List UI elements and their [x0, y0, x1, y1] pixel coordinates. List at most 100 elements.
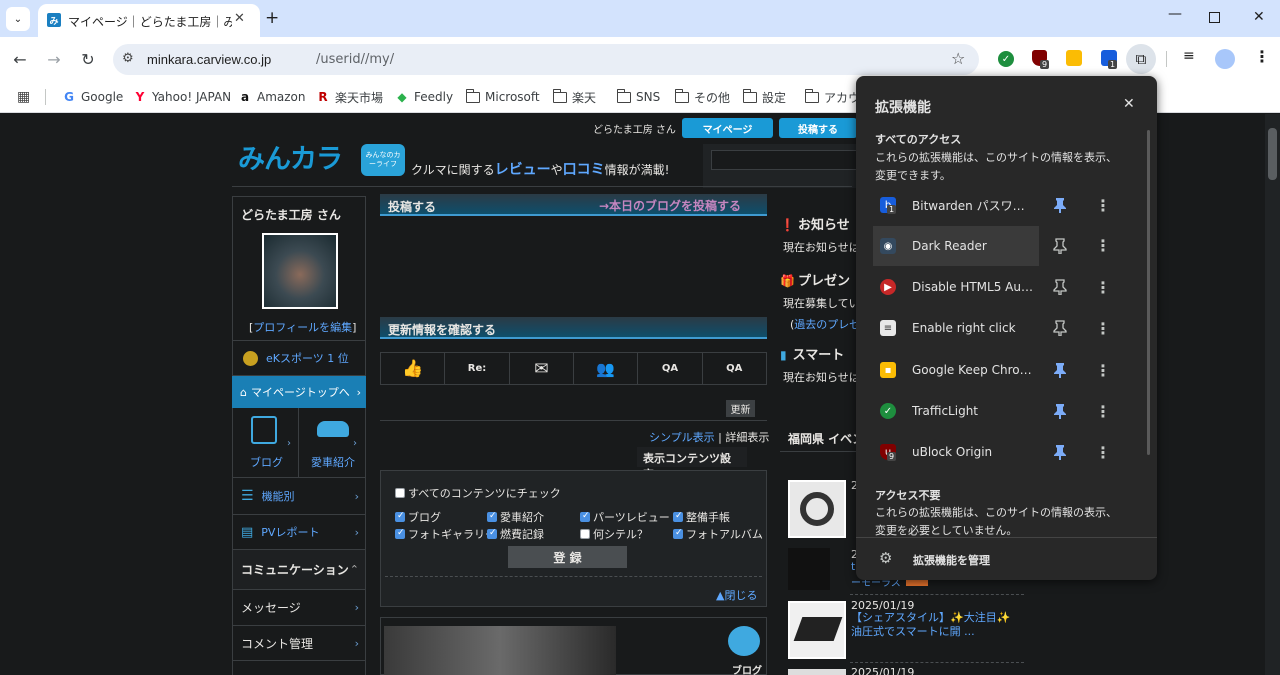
bookmark-feedly[interactable]: ◆ Feedly: [395, 87, 453, 107]
event-item[interactable]: 2025/01/19: [786, 666, 1024, 675]
past-present-link[interactable]: 過去のプレゼ: [794, 318, 860, 331]
blog-preview-card[interactable]: ブログ: [380, 617, 767, 675]
post-button[interactable]: 投稿する: [779, 118, 857, 138]
check-parts-review[interactable]: パーツレビュー: [580, 509, 670, 525]
ext-row-google-keep[interactable]: ▪ Google Keep Chrome... ⋮: [873, 350, 1141, 390]
bookmark-folder-sns[interactable]: SNS: [617, 87, 660, 107]
check-doing[interactable]: 何シテル？: [580, 526, 648, 542]
rank-row[interactable]: eKスポーツ 1 位: [232, 341, 366, 376]
menu-icon[interactable]: ⋮: [1254, 47, 1270, 66]
address-bar[interactable]: ⚙ minkara.carview.co.jp /userid/ /my/ ☆: [113, 44, 979, 75]
new-tab-button[interactable]: +: [265, 8, 279, 28]
extensions-button[interactable]: ⧉: [1126, 44, 1156, 74]
header-search-box[interactable]: [703, 144, 861, 188]
close-icon[interactable]: ✕: [1123, 96, 1135, 112]
scrollbar[interactable]: [1265, 114, 1280, 675]
checkbox[interactable]: [580, 511, 590, 522]
close-window-button[interactable]: ✕: [1253, 9, 1265, 25]
pin-icon[interactable]: [1053, 403, 1067, 419]
bookmark-folder-microsoft[interactable]: Microsoft: [466, 87, 540, 107]
more-options-icon[interactable]: ⋮: [1095, 278, 1111, 297]
bookmark-folder-settings[interactable]: 設定: [743, 87, 786, 107]
like-icon[interactable]: 👍: [381, 353, 446, 384]
check-all[interactable]: すべてのコンテンツにチェック: [395, 485, 561, 501]
bookmark-folder-account[interactable]: アカウ: [805, 87, 860, 107]
close-link[interactable]: ▲閉じる: [716, 587, 757, 603]
avatar[interactable]: [262, 233, 338, 309]
edit-profile-link[interactable]: [プロフィールを編集]: [249, 319, 356, 335]
bookmark-yahoo[interactable]: Y Yahoo! JAPAN: [133, 87, 232, 107]
active-tab[interactable]: み マイページ｜どらたま工房｜みんカラ ✕: [38, 4, 260, 37]
bookmark-folder-rakuten[interactable]: 楽天: [553, 87, 596, 107]
sidebar-item-communication[interactable]: コミュニケーション ⌃: [232, 550, 366, 590]
more-options-icon[interactable]: ⋮: [1095, 402, 1111, 421]
checkbox[interactable]: [487, 511, 497, 522]
star-icon[interactable]: ☆: [951, 49, 965, 68]
close-icon[interactable]: ✕: [234, 11, 245, 26]
simple-view-link[interactable]: シンプル表示: [649, 431, 715, 444]
trafficlight-icon[interactable]: ✓: [998, 51, 1014, 67]
qa-answer-icon[interactable]: QA: [703, 353, 766, 384]
minimize-button[interactable]: —: [1168, 6, 1182, 22]
post-today-link[interactable]: →本日のブログを投稿する: [599, 197, 741, 214]
sidebar-item-features[interactable]: ☰ 機能別 ›: [232, 478, 366, 515]
bookmark-amazon[interactable]: a Amazon: [238, 87, 306, 107]
ext-row-bitwarden[interactable]: b 1 Bitwarden パスワードマネ... ⋮: [873, 185, 1141, 225]
sidebar-item-messages[interactable]: メッセージ ›: [232, 590, 366, 626]
event-item[interactable]: 2025/01/19 【シェアスタイル】✨大注目✨油圧式でスマートに開 ...: [786, 598, 1024, 662]
pin-icon[interactable]: [1053, 444, 1067, 460]
content-settings-tab[interactable]: 表示コンテンツ設定: [637, 447, 747, 481]
car-tile[interactable]: 愛車紹介 ›: [299, 408, 366, 478]
pin-icon[interactable]: [1053, 238, 1067, 255]
bookmark-folder-other[interactable]: その他: [675, 87, 730, 107]
detail-view-link[interactable]: 詳細表示: [725, 431, 769, 444]
more-options-icon[interactable]: ⋮: [1095, 361, 1111, 380]
sidebar-item-more[interactable]: [232, 661, 366, 675]
bookmark-google[interactable]: G Google: [62, 87, 123, 107]
blog-tile[interactable]: ブログ ›: [232, 408, 299, 478]
popup-scrollbar[interactable]: [1147, 130, 1150, 455]
check-photo-gallery[interactable]: フォトギャラリー: [395, 526, 496, 542]
pin-icon[interactable]: [1053, 279, 1067, 296]
reload-button[interactable]: ↻: [74, 45, 102, 73]
back-button[interactable]: ←: [6, 45, 34, 73]
sidebar-item-comments[interactable]: コメント管理 ›: [232, 626, 366, 661]
checkbox[interactable]: [673, 511, 683, 522]
media-icon[interactable]: ≡: [1183, 48, 1195, 64]
restore-button[interactable]: [1209, 12, 1220, 23]
keep-icon[interactable]: [1066, 50, 1082, 66]
pin-icon[interactable]: [1053, 197, 1067, 213]
qa-icon[interactable]: QA: [638, 353, 703, 384]
tab-search-button[interactable]: ⌄: [6, 7, 30, 31]
ext-row-ublock-origin[interactable]: u 9 uBlock Origin ⋮: [873, 432, 1141, 472]
check-fuel[interactable]: 燃費記録: [487, 526, 544, 542]
apps-icon[interactable]: ▦: [17, 89, 30, 105]
reply-icon[interactable]: Re:: [445, 353, 510, 384]
scrollbar-thumb[interactable]: [1268, 128, 1277, 180]
check-maintenance[interactable]: 整備手帳: [673, 509, 730, 525]
ext-row-enable-right-click[interactable]: ≡ Enable right click ⋮: [873, 308, 1141, 348]
checkbox[interactable]: [395, 511, 405, 522]
mail-icon[interactable]: ✉: [510, 353, 574, 384]
more-options-icon[interactable]: ⋮: [1095, 236, 1111, 255]
ext-row-dark-reader[interactable]: ◉ Dark Reader: [873, 226, 1039, 266]
sidebar-item-pv-report[interactable]: ▤ PVレポート ›: [232, 515, 366, 550]
check-photo-album[interactable]: フォトアルバム: [673, 526, 763, 542]
checkbox[interactable]: [673, 528, 683, 539]
check-car[interactable]: 愛車紹介: [487, 509, 544, 525]
bookmark-rakuten-ichiba[interactable]: R 楽天市場: [316, 87, 383, 107]
profile-avatar[interactable]: [1215, 49, 1235, 69]
more-options-icon[interactable]: ⋮: [1095, 196, 1111, 215]
ext-row-trafficlight[interactable]: ✓ TrafficLight ⋮: [873, 391, 1141, 431]
checkbox[interactable]: [395, 488, 405, 498]
mypage-top-link[interactable]: ⌂ マイページトップへ ›: [232, 376, 366, 408]
check-blog[interactable]: ブログ: [395, 509, 441, 525]
register-button[interactable]: 登 録: [508, 546, 627, 568]
more-options-icon[interactable]: ⋮: [1095, 443, 1111, 462]
ext-row-disable-autoplay[interactable]: ▶ Disable HTML5 Autoplay ⋮: [873, 267, 1141, 307]
mypage-button[interactable]: マイページ: [682, 118, 773, 138]
forward-button[interactable]: →: [40, 45, 68, 73]
checkbox[interactable]: [487, 528, 497, 539]
search-input[interactable]: [711, 150, 861, 170]
pin-icon[interactable]: [1053, 362, 1067, 378]
